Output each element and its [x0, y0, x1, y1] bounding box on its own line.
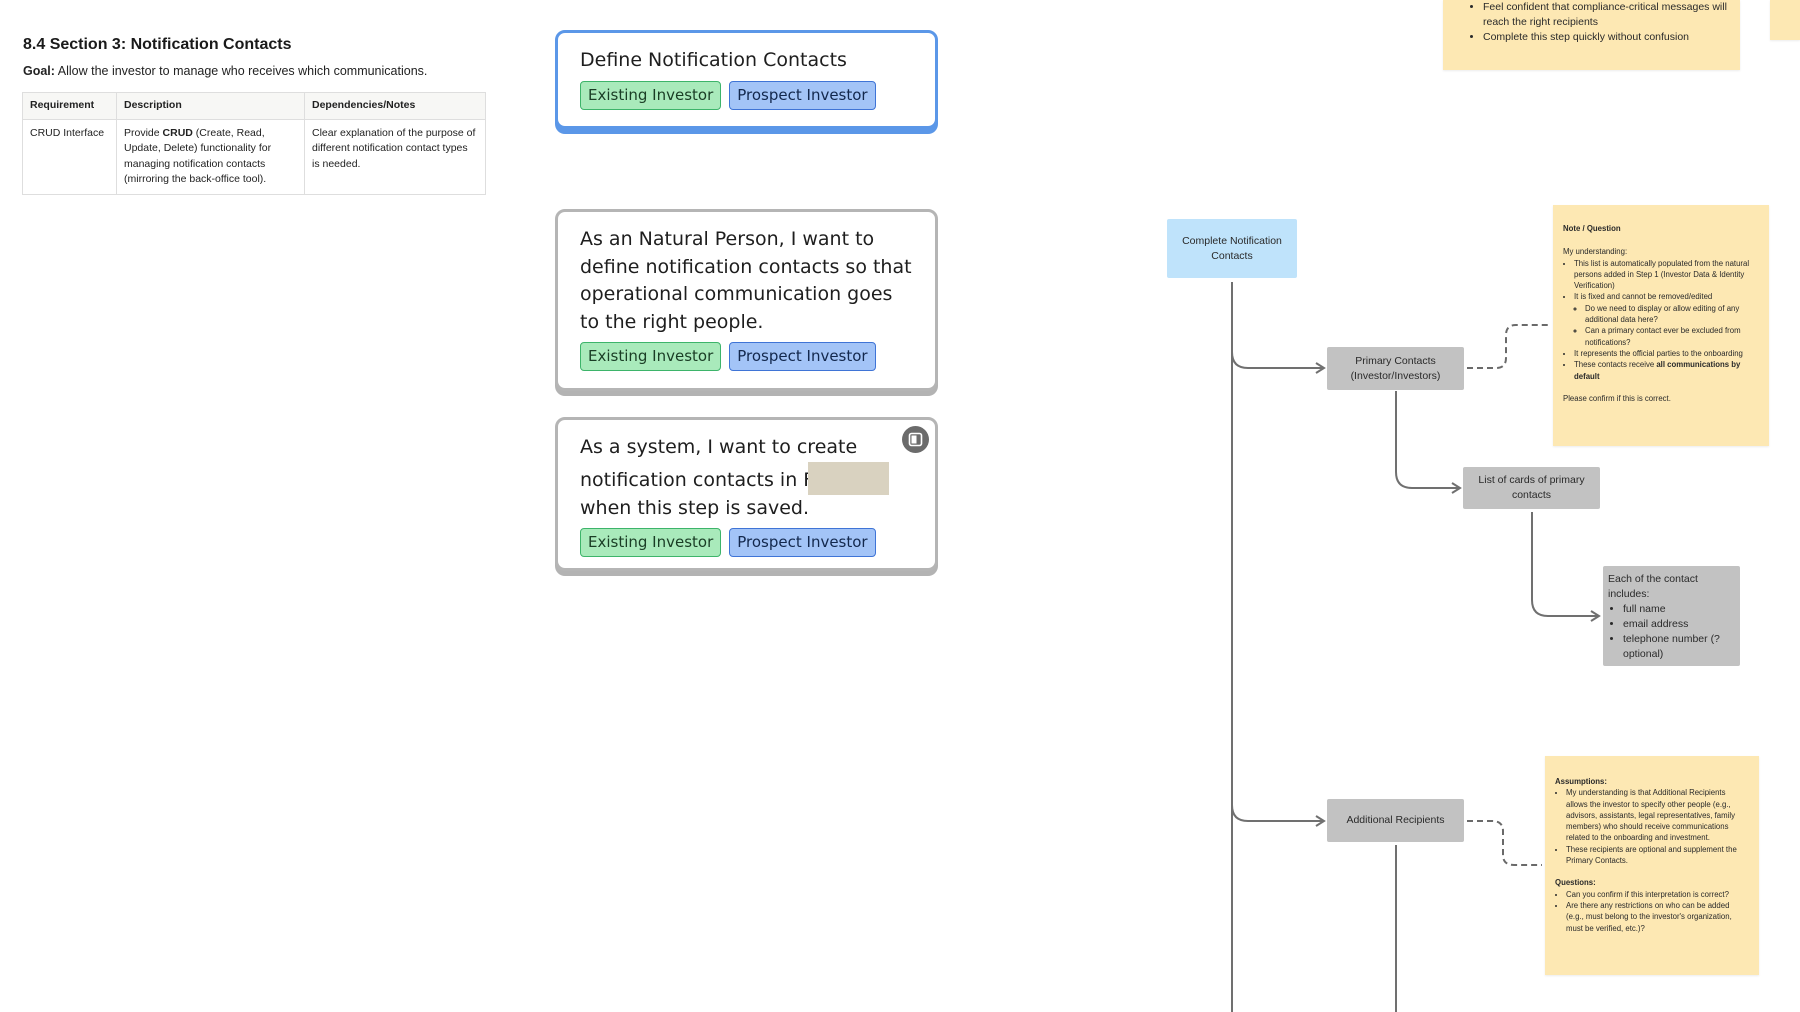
- note-title: Note / Question: [1563, 224, 1621, 233]
- description-bold: CRUD: [162, 126, 193, 139]
- notes-cell: Clear explanation of the purpose of diff…: [304, 118, 486, 195]
- node-additional-recipients[interactable]: Additional Recipients: [1327, 799, 1464, 842]
- column-header: Description: [116, 92, 305, 120]
- list-item: This list is automatically populated fro…: [1574, 258, 1759, 292]
- arrow-to-fields: [1531, 512, 1601, 622]
- section-goal: Goal: Allow the investor to manage who r…: [23, 64, 427, 78]
- tag-group: Existing Investor Prospect Investor: [580, 528, 913, 557]
- list-item: My understanding is that Additional Reci…: [1566, 787, 1749, 843]
- description-text: Provide: [124, 126, 163, 139]
- list-item: Feel confident that compliance-critical …: [1483, 0, 1728, 30]
- story-card-system[interactable]: As a system, I want to create notificati…: [555, 417, 938, 571]
- questions-list: Can you confirm if this interpretation i…: [1555, 889, 1749, 934]
- dashed-link-assumptions: [1467, 820, 1542, 866]
- sticky-note-edge[interactable]: [1770, 0, 1800, 40]
- goals-list: Feel confident that compliance-critical …: [1471, 0, 1728, 45]
- requirements-table: Requirement Description Dependencies/Not…: [22, 92, 486, 195]
- arrow-to-primary: [1231, 351, 1326, 374]
- description-cell: Provide CRUD (Create, Read, Update, Dele…: [116, 118, 305, 195]
- list-item: It is fixed and cannot be removed/edited…: [1574, 291, 1759, 347]
- requirement-cell: CRUD Interface: [22, 118, 117, 195]
- tag-prospect-investor[interactable]: Prospect Investor: [729, 528, 876, 557]
- goal-label: Goal:: [23, 64, 55, 78]
- table-header-row: Requirement Description Dependencies/Not…: [22, 92, 486, 120]
- node-list-cards[interactable]: List of cards of primary contacts: [1463, 467, 1600, 509]
- list-item: Do we need to display or allow editing o…: [1585, 303, 1759, 326]
- dashed-link-note: [1467, 324, 1550, 369]
- list-item: It represents the official parties to th…: [1574, 348, 1759, 359]
- assumptions-list: My understanding is that Additional Reci…: [1555, 787, 1749, 866]
- sticky-note-goals[interactable]: Feel confident that compliance-critical …: [1443, 0, 1740, 70]
- list-item-text: These contacts receive: [1574, 360, 1657, 370]
- story-card-natural-person[interactable]: As an Natural Person, I want to define n…: [555, 209, 938, 391]
- panel-toggle-icon[interactable]: [902, 426, 929, 453]
- tag-existing-investor[interactable]: Existing Investor: [580, 342, 722, 371]
- list-item: These contacts receive all communication…: [1574, 359, 1759, 382]
- tag-group: Existing Investor Prospect Investor: [580, 80, 913, 110]
- note-intro: My understanding:: [1563, 247, 1628, 257]
- note-confirm: Please confirm if this is correct.: [1563, 393, 1671, 403]
- story-card-text: As a system, I want to create notificati…: [580, 434, 913, 522]
- note-sublist: Do we need to display or allow editing o…: [1574, 303, 1759, 348]
- tag-prospect-investor[interactable]: Prospect Investor: [729, 342, 876, 371]
- list-item: Complete this step quickly without confu…: [1483, 30, 1728, 45]
- tag-existing-investor[interactable]: Existing Investor: [580, 528, 722, 557]
- list-item: Can a primary contact ever be excluded f…: [1585, 325, 1759, 348]
- story-card-text: Define Notification Contacts: [580, 49, 847, 71]
- sticky-note-question[interactable]: Note / Question My understanding: This l…: [1553, 205, 1769, 446]
- contact-fields-intro: Each of the contact includes:: [1608, 573, 1698, 600]
- column-header: Requirement: [22, 92, 117, 120]
- story-card-define-contacts[interactable]: Define Notification Contacts Existing In…: [555, 30, 938, 129]
- goal-text: Allow the investor to manage who receive…: [57, 64, 428, 78]
- arrow-to-additional: [1231, 804, 1326, 827]
- list-item: email address: [1623, 617, 1735, 632]
- list-item: These recipients are optional and supple…: [1566, 844, 1749, 867]
- tag-prospect-investor[interactable]: Prospect Investor: [729, 80, 876, 110]
- list-item: telephone number (? optional): [1623, 632, 1735, 662]
- story-card-text: As an Natural Person, I want to define n…: [580, 228, 912, 333]
- list-item: Can you confirm if this interpretation i…: [1566, 889, 1749, 900]
- arrow-to-list: [1395, 391, 1462, 494]
- section-title: 8.4 Section 3: Notification Contacts: [23, 36, 292, 53]
- node-contact-fields[interactable]: Each of the contact includes: full name …: [1603, 566, 1740, 666]
- table-row: CRUD Interface Provide CRUD (Create, Rea…: [22, 118, 486, 195]
- sticky-note-assumptions[interactable]: Assumptions: My understanding is that Ad…: [1545, 756, 1759, 975]
- node-primary-contacts[interactable]: Primary Contacts (Investor/Investors): [1327, 347, 1464, 390]
- list-item-text: It is fixed and cannot be removed/edited: [1574, 292, 1713, 302]
- tag-group: Existing Investor Prospect Investor: [580, 342, 913, 371]
- contact-fields-list: full name email address telephone number…: [1608, 602, 1735, 662]
- list-item: Are there any restrictions on who can be…: [1566, 900, 1749, 934]
- assumptions-title: Assumptions:: [1555, 777, 1607, 786]
- questions-title: Questions:: [1555, 878, 1596, 888]
- note-list: This list is automatically populated fro…: [1563, 258, 1759, 382]
- column-header: Dependencies/Notes: [304, 92, 486, 120]
- tag-existing-investor[interactable]: Existing Investor: [580, 80, 722, 110]
- story-card-text-part: when this step is saved.: [580, 496, 809, 519]
- list-item: full name: [1623, 602, 1735, 617]
- redacted-block: [808, 461, 890, 495]
- node-complete-contacts[interactable]: Complete Notification Contacts: [1167, 219, 1297, 278]
